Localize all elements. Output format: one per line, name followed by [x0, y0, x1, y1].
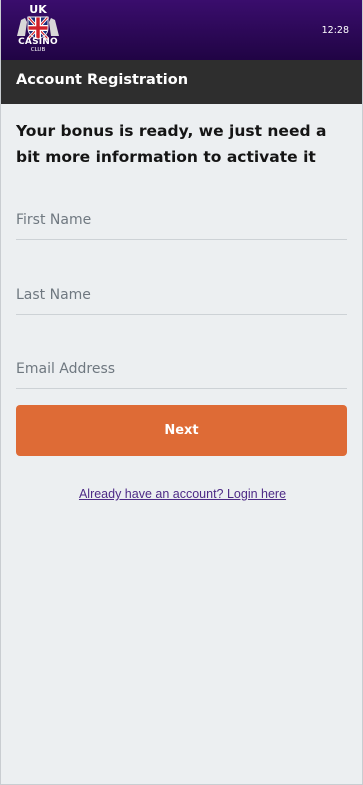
- app-frame: UK CASINO CLUB 12:28 Account Registratio…: [0, 0, 363, 785]
- logo-text-club: CLUB: [30, 47, 46, 53]
- clock-time: 12:28: [321, 25, 349, 36]
- login-link[interactable]: Already have an account? Login here: [1, 487, 363, 501]
- uk-casino-club-logo[interactable]: UK CASINO CLUB: [15, 4, 61, 56]
- page-header: Account Registration: [1, 60, 362, 104]
- next-button[interactable]: Next: [16, 405, 347, 456]
- first-name-field[interactable]: [16, 200, 347, 240]
- last-name-field[interactable]: [16, 275, 347, 315]
- email-input[interactable]: [16, 349, 347, 388]
- logo-text-casino: CASINO: [18, 37, 58, 47]
- top-bar: UK CASINO CLUB 12:28: [1, 0, 362, 60]
- bonus-message-heading: Your bonus is ready, we just need a bit …: [16, 122, 327, 166]
- first-name-input[interactable]: [16, 200, 347, 239]
- last-name-input[interactable]: [16, 275, 347, 314]
- page-title: Account Registration: [16, 72, 189, 88]
- email-field[interactable]: [16, 349, 347, 389]
